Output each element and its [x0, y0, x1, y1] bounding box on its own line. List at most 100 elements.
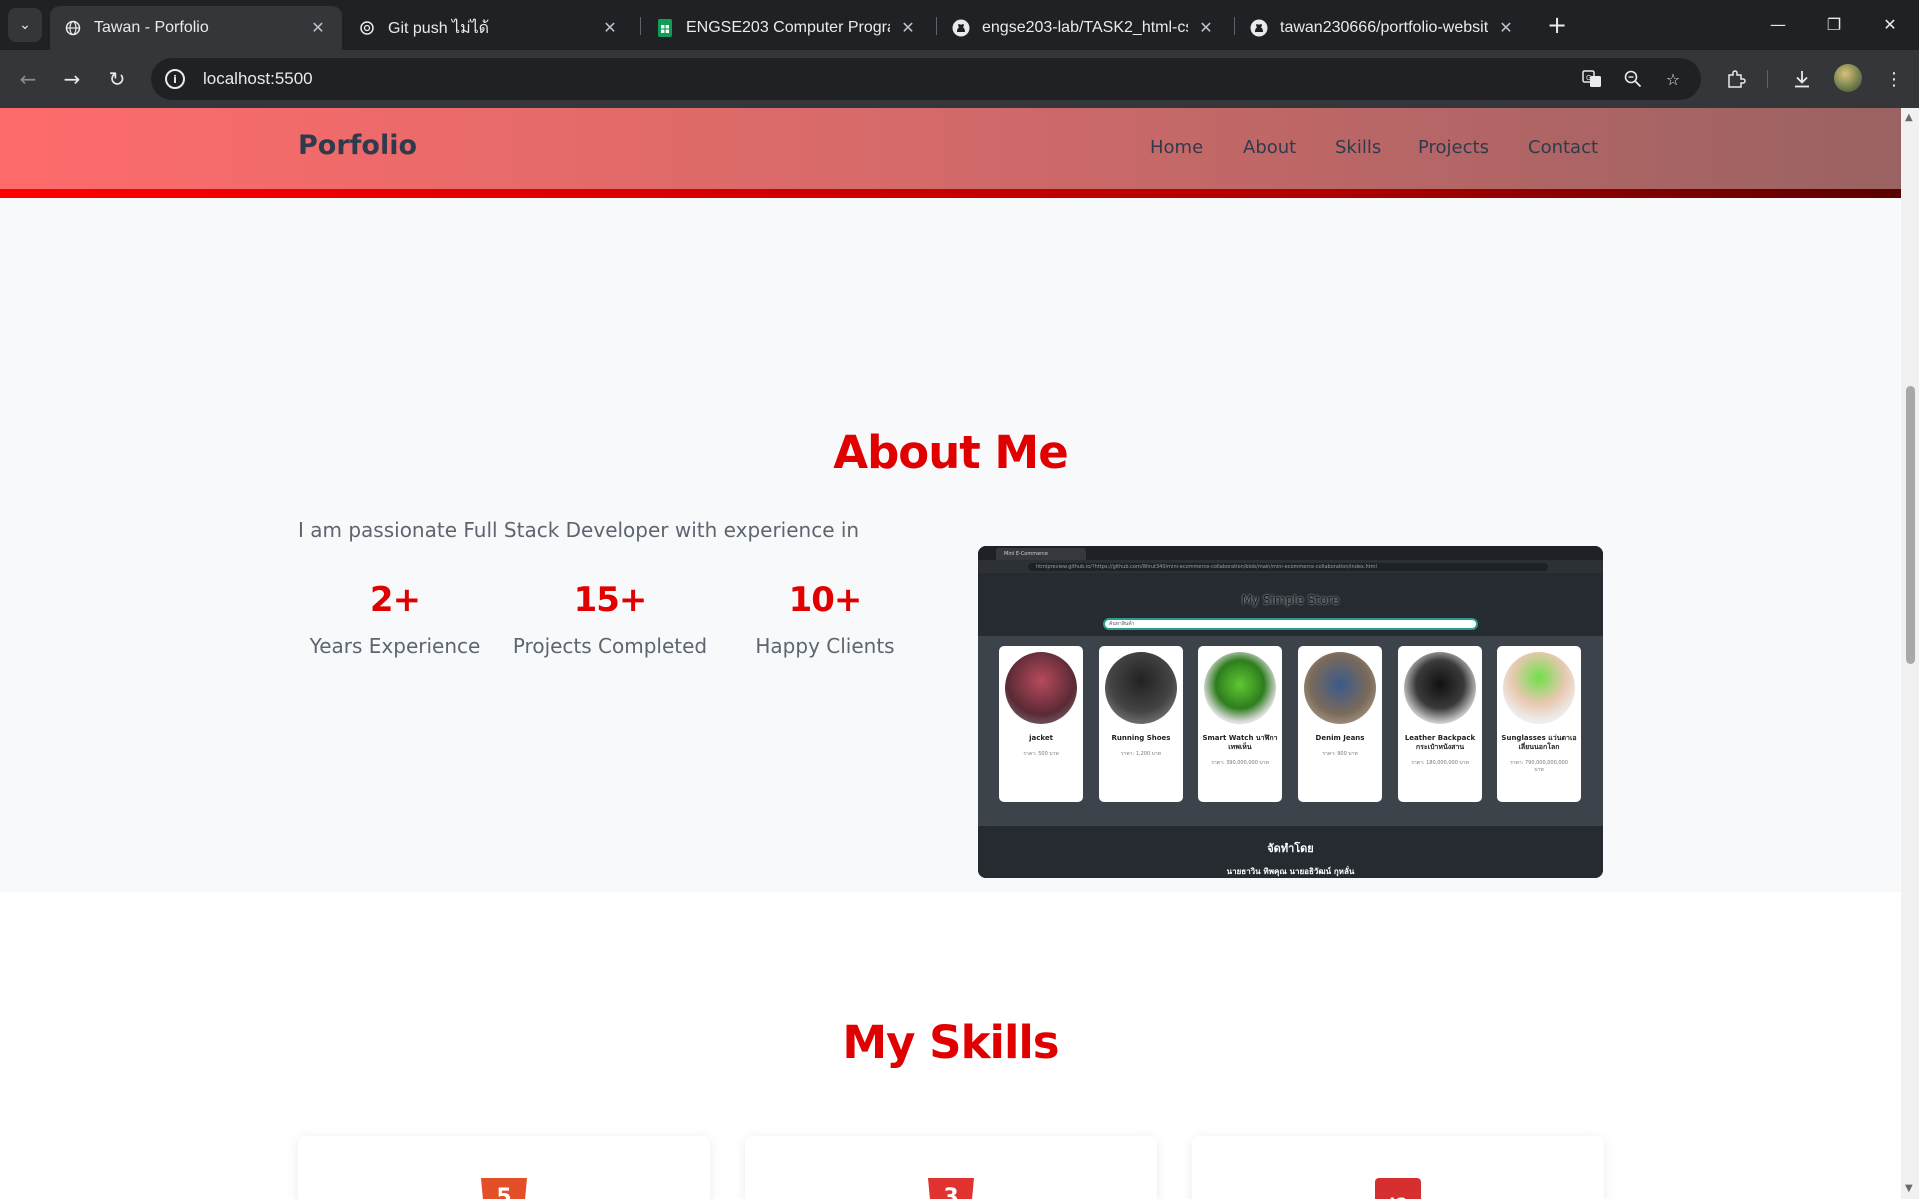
browser-tab-sheets[interactable]: ENGSE203 Computer Programm ✕ [642, 6, 932, 50]
minimize-icon: — [1770, 14, 1786, 34]
close-icon[interactable]: ✕ [1496, 18, 1516, 38]
skill-card-html: 5 [298, 1136, 710, 1199]
tab-title: tawan230666/portfolio-website [1280, 19, 1488, 36]
restore-button[interactable]: ❐ [1814, 8, 1854, 40]
menu-icon[interactable]: ⋮ [1881, 66, 1907, 92]
arrow-right-icon: → [63, 67, 81, 91]
plus-icon: + [1546, 11, 1568, 39]
product-price: ราคา: 500 บาท [1023, 751, 1059, 757]
product-card: Leather Backpack กระเป๋าหนังสาน ราคา: 18… [1398, 646, 1482, 802]
tab-title: engse203-lab/TASK2_html-css-j [982, 19, 1188, 36]
image-url: htmlpreview.github.io/?https://github.co… [1028, 563, 1548, 571]
back-button[interactable]: ← [12, 63, 44, 95]
site-info-icon[interactable]: i [165, 69, 185, 89]
github-icon [1250, 19, 1268, 37]
product-price: ราคา: 900 บาท [1322, 751, 1358, 757]
product-image [1105, 652, 1177, 724]
restore-icon: ❐ [1826, 14, 1842, 34]
skills-section: My Skills 5 3 JS [0, 892, 1901, 1199]
css3-icon: 3 [928, 1178, 974, 1199]
product-name: Smart Watch นาฬิกาเทพเห็น [1202, 734, 1278, 751]
site-logo[interactable]: Porfolio [298, 130, 417, 161]
minimize-button[interactable]: — [1758, 8, 1798, 40]
profile-avatar[interactable] [1834, 64, 1862, 92]
scrollbar-thumb[interactable] [1906, 386, 1915, 664]
close-icon[interactable]: ✕ [308, 18, 328, 38]
svg-text:G: G [1586, 74, 1591, 82]
skill-card-css: 3 [745, 1136, 1157, 1199]
browser-tab-portfolio[interactable]: Tawan - Porfolio ✕ [50, 6, 342, 50]
product-card: Sunglasses แว่นตาเอเลี่ยนนอกโลก ราคา: 79… [1497, 646, 1581, 802]
html5-badge: 5 [496, 1185, 512, 1199]
product-card: Running Shoes ราคา: 1,200 บาท [1099, 646, 1183, 802]
zoom-icon[interactable] [1621, 68, 1645, 90]
browser-toolbar: ← → ↻ i localhost:5500 G ☆ ⋮ [0, 50, 1919, 108]
product-card: Smart Watch นาฬิกาเทพเห็น ราคา: 390,000,… [1198, 646, 1282, 802]
javascript-icon: JS [1375, 1178, 1421, 1199]
product-image [1005, 652, 1077, 724]
store-search: ค้นหาสินค้า [1103, 618, 1478, 630]
url-text[interactable]: localhost:5500 [203, 69, 313, 89]
reload-icon: ↻ [108, 67, 126, 91]
footer-title: จัดทำโดย [1267, 842, 1314, 855]
tab-separator [1234, 17, 1235, 35]
close-icon[interactable]: ✕ [600, 18, 620, 38]
scroll-up-arrow-icon[interactable]: ▲ [1905, 112, 1913, 123]
tab-separator [640, 17, 641, 35]
close-icon[interactable]: ✕ [1196, 18, 1216, 38]
product-price: ราคา: 790,000,000,000 บาท [1510, 760, 1568, 773]
skills-title: My Skills [842, 1016, 1059, 1069]
translate-icon[interactable]: G [1580, 68, 1604, 90]
tab-title: Tawan - Porfolio [94, 19, 209, 36]
skill-card-javascript: JS [1192, 1136, 1604, 1199]
footer-names: นายธาวิน ทิพคุณ นายอธิวัฒน์ กุหลั่น [1226, 867, 1355, 876]
image-tab: Mini E-Commerce [996, 548, 1086, 560]
close-icon[interactable]: ✕ [898, 18, 918, 38]
browser-tab-github-lab[interactable]: engse203-lab/TASK2_html-css-j ✕ [938, 6, 1230, 50]
extensions-icon[interactable] [1723, 66, 1749, 92]
browser-tab-chatgpt[interactable]: Git push ไม่ได้ ✕ [344, 6, 634, 50]
close-icon: ✕ [1883, 14, 1897, 34]
product-name: Sunglasses แว่นตาเอเลี่ยนนอกโลก [1501, 734, 1577, 751]
site-header: Porfolio Home About Skills Projects Cont… [0, 108, 1901, 198]
chevron-down-icon: ⌄ [19, 17, 31, 33]
stat-years: 2+ Years Experience [305, 580, 485, 658]
new-tab-button[interactable]: + [1542, 10, 1572, 40]
product-card: Denim Jeans ราคา: 900 บาท [1298, 646, 1382, 802]
about-project-image: Mini E-Commerce htmlpreview.github.io/?h… [978, 546, 1603, 878]
reload-button[interactable]: ↻ [101, 63, 133, 95]
bookmark-star-icon[interactable]: ☆ [1661, 68, 1685, 90]
address-bar[interactable]: i localhost:5500 G ☆ [151, 58, 1701, 100]
product-name: Running Shoes [1111, 734, 1171, 742]
product-price: ราคา: 1,200 บาท [1120, 751, 1162, 757]
nav-about[interactable]: About [1243, 137, 1296, 158]
nav-home[interactable]: Home [1150, 137, 1203, 158]
product-image [1404, 652, 1476, 724]
product-price: ราคา: 180,000,000 บาท [1411, 760, 1469, 766]
scroll-down-arrow-icon[interactable]: ▼ [1905, 1183, 1913, 1194]
stat-number: 10+ [788, 580, 863, 620]
store-footer: จัดทำโดย นายธาวิน ทิพคุณ นายอธิวัฒน์ กุห… [978, 826, 1603, 878]
nav-skills[interactable]: Skills [1335, 137, 1381, 158]
page-viewport: Porfolio Home About Skills Projects Cont… [0, 108, 1901, 1199]
sheets-icon [656, 19, 674, 37]
nav-contact[interactable]: Contact [1528, 137, 1598, 158]
github-icon [952, 19, 970, 37]
chatgpt-icon [358, 19, 376, 37]
tab-search-button[interactable]: ⌄ [8, 8, 42, 42]
about-section: About Me [0, 198, 1901, 892]
nav-projects[interactable]: Projects [1418, 137, 1489, 158]
browser-tab-github-portfolio[interactable]: tawan230666/portfolio-website ✕ [1236, 6, 1530, 50]
js-badge: JS [1375, 1178, 1421, 1199]
close-window-button[interactable]: ✕ [1870, 8, 1910, 40]
css3-badge: 3 [943, 1185, 959, 1199]
html5-icon: 5 [481, 1178, 527, 1199]
tab-title: Git push ไม่ได้ [388, 19, 490, 37]
product-image [1204, 652, 1276, 724]
tab-title: ENGSE203 Computer Programm [686, 19, 890, 36]
download-icon[interactable] [1789, 66, 1815, 92]
arrow-left-icon: ← [19, 67, 37, 91]
forward-button[interactable]: → [56, 63, 88, 95]
product-name: jacket [1029, 734, 1053, 742]
stat-clients: 10+ Happy Clients [735, 580, 915, 658]
